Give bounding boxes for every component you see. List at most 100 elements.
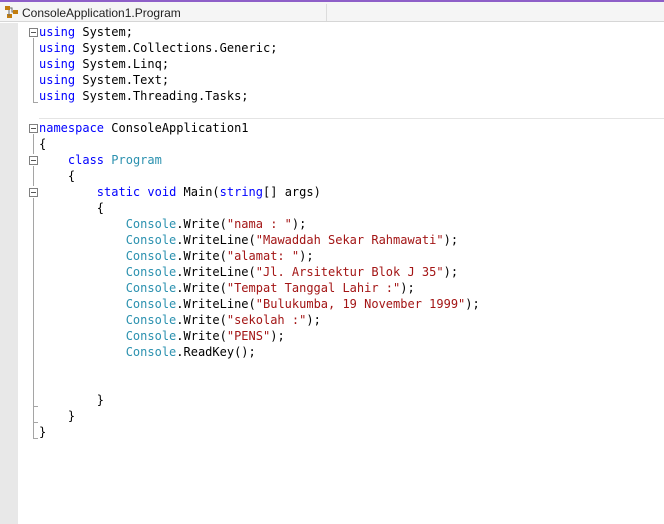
code-line[interactable]: { (39, 168, 480, 184)
code-editor[interactable]: using System; using System.Collections.Ge… (39, 24, 480, 440)
code-line[interactable]: using System.Text; (39, 72, 480, 88)
code-token: .Write( (176, 329, 227, 343)
code-line[interactable] (39, 376, 480, 392)
type-token: Console (125, 281, 177, 295)
outline-line-method (33, 198, 34, 406)
outline-line-usings (33, 38, 34, 102)
code-line[interactable]: Console.ReadKey(); (39, 344, 480, 360)
code-token: .WriteLine( (176, 265, 256, 279)
code-line[interactable]: namespace ConsoleApplication1 (39, 120, 480, 136)
code-line[interactable]: Console.WriteLine("Mawaddah Sekar Rahmaw… (39, 232, 480, 248)
code-token: System.Linq; (75, 57, 170, 71)
code-token: { (39, 201, 105, 215)
collapse-toggle-class[interactable] (29, 156, 38, 165)
code-line[interactable]: } (39, 392, 480, 408)
code-token: { (39, 137, 47, 151)
string-token: "nama : " (226, 217, 292, 231)
code-line[interactable]: using System.Threading.Tasks; (39, 88, 480, 104)
editor-margin (0, 23, 18, 524)
code-token: } (39, 409, 76, 423)
type-token: Program (111, 153, 162, 167)
type-token: Console (125, 233, 177, 247)
type-token: Console (125, 297, 177, 311)
code-line[interactable]: Console.Write("Tempat Tanggal Lahir :"); (39, 280, 480, 296)
type-token: Console (125, 249, 177, 263)
collapse-toggle-usings[interactable] (29, 28, 38, 37)
outline-line-namespace (33, 134, 34, 154)
outlining-margin (18, 23, 38, 524)
code-token: } (39, 425, 47, 439)
keyword-token: void (147, 185, 177, 199)
navigation-bar[interactable]: ConsoleApplication1.Program (0, 2, 664, 22)
code-token: ); (270, 329, 285, 343)
code-token: ); (400, 281, 415, 295)
code-token: .WriteLine( (176, 233, 256, 247)
navbar-separator (326, 4, 327, 21)
code-token: ); (306, 313, 321, 327)
code-token: .WriteLine( (176, 297, 256, 311)
code-line[interactable]: Console.Write("sekolah :"); (39, 312, 480, 328)
code-line[interactable]: class Program (39, 152, 480, 168)
collapse-toggle-method[interactable] (29, 188, 38, 197)
string-token: "alamat: " (226, 249, 300, 263)
code-line[interactable]: Console.Write("PENS"); (39, 328, 480, 344)
collapse-toggle-namespace[interactable] (29, 124, 38, 133)
code-line[interactable] (39, 360, 480, 376)
code-token: ConsoleApplication1 (104, 121, 249, 135)
outline-line-namespace-tail (33, 422, 34, 438)
outline-end-usings (33, 102, 38, 103)
code-line[interactable]: static void Main(string[] args) (39, 184, 480, 200)
code-token: System.Collections.Generic; (75, 41, 278, 55)
code-token: .Write( (176, 217, 227, 231)
code-token: .Write( (176, 249, 227, 263)
string-token: "Tempat Tanggal Lahir :" (226, 281, 401, 295)
keyword-token: using (39, 41, 76, 55)
code-line[interactable]: Console.WriteLine("Jl. Arsitektur Blok J… (39, 264, 480, 280)
code-token: ); (443, 233, 459, 247)
code-token: ); (465, 297, 480, 311)
type-token: Console (125, 329, 177, 343)
string-token: "Bulukumba, 19 November 1999" (255, 297, 466, 311)
code-line[interactable]: { (39, 200, 480, 216)
code-token: ); (291, 217, 307, 231)
string-token: "Jl. Arsitektur Blok J 35" (255, 265, 444, 279)
keyword-token: static (96, 185, 141, 199)
type-token: Console (125, 217, 177, 231)
keyword-token: using (39, 73, 76, 87)
code-token: .Write( (176, 313, 227, 327)
class-icon (5, 6, 18, 18)
keyword-token: using (39, 25, 76, 39)
code-line[interactable]: using System.Collections.Generic; (39, 40, 480, 56)
code-line[interactable]: Console.WriteLine("Bulukumba, 19 Novembe… (39, 296, 480, 312)
code-line[interactable]: Console.Write("alamat: "); (39, 248, 480, 264)
code-line[interactable]: using System.Linq; (39, 56, 480, 72)
code-line[interactable]: } (39, 424, 480, 440)
keyword-token: namespace (39, 121, 105, 135)
code-token: } (39, 393, 105, 407)
code-line[interactable] (39, 104, 480, 120)
outline-end-namespace (33, 438, 38, 439)
code-token: .ReadKey(); (176, 345, 256, 359)
string-token: "Mawaddah Sekar Rahmawati" (255, 233, 444, 247)
code-token: .Write( (176, 281, 227, 295)
type-token: Console (125, 265, 177, 279)
type-token: Console (125, 345, 177, 359)
code-line[interactable]: { (39, 136, 480, 152)
code-token: { (39, 169, 76, 183)
class-selector[interactable]: ConsoleApplication1.Program (22, 6, 181, 20)
code-line[interactable]: } (39, 408, 480, 424)
code-line[interactable]: Console.Write("nama : "); (39, 216, 480, 232)
code-token: System.Threading.Tasks; (75, 89, 249, 103)
code-line[interactable]: using System; (39, 24, 480, 40)
outline-line-class (33, 166, 34, 186)
